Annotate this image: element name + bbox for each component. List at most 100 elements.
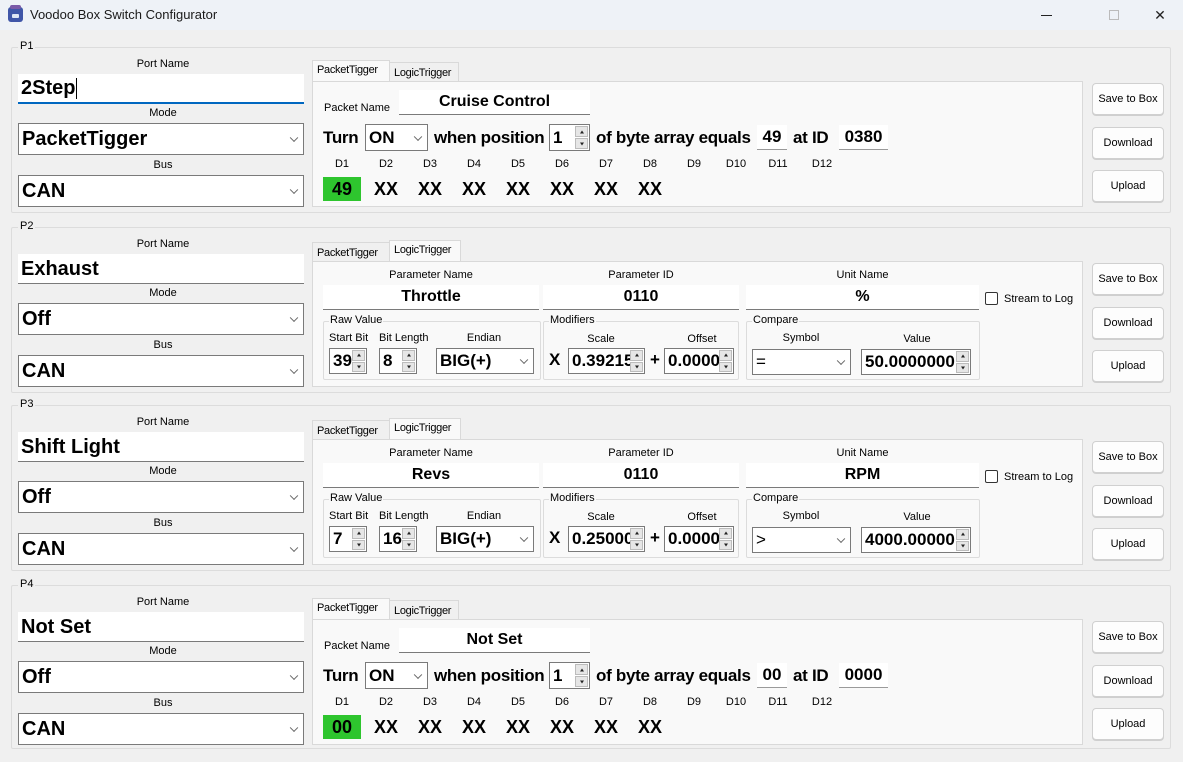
stepper-down-icon[interactable] [630, 361, 643, 372]
unit-name-input[interactable]: % [746, 285, 979, 310]
parameter-id-input[interactable]: 0110 [543, 285, 739, 310]
stepper-up-icon[interactable] [956, 529, 969, 540]
port-group-p3: P3 Port Name Shift Light Mode Off Bus CA… [11, 398, 1171, 571]
parameter-id-input[interactable]: 0110 [543, 463, 739, 488]
scale-stepper[interactable]: 0.25000 [568, 526, 645, 552]
stream-to-log-checkbox[interactable]: Stream to Log [985, 292, 1073, 305]
tab-logic-trigger[interactable]: LogicTrigger [389, 418, 461, 440]
tab-packet-trigger[interactable]: PacketTigger [312, 242, 390, 262]
mode-select[interactable]: Off [18, 303, 304, 335]
symbol-select[interactable]: = [752, 349, 851, 375]
stepper-down-icon[interactable] [402, 361, 415, 372]
tab-packet-trigger[interactable]: PacketTigger [312, 598, 390, 620]
stream-to-log-checkbox[interactable]: Stream to Log [985, 470, 1073, 483]
equals-value-input[interactable]: 00 [757, 663, 787, 688]
id-input[interactable]: 0380 [839, 125, 888, 150]
bit-length-stepper[interactable]: 16 [379, 526, 417, 552]
start-bit-stepper[interactable]: 39 [329, 348, 367, 374]
packet-name-input[interactable]: Not Set [399, 628, 590, 653]
stepper-down-icon[interactable] [719, 539, 732, 550]
stepper-down-icon[interactable] [352, 361, 365, 372]
upload-button[interactable]: Upload [1092, 528, 1164, 560]
stepper-down-icon[interactable] [352, 539, 365, 550]
checkbox-icon[interactable] [985, 292, 998, 305]
tab-logic-trigger[interactable]: LogicTrigger [389, 600, 459, 620]
compare-value-stepper[interactable]: 50.0000000 [861, 349, 971, 375]
endian-select[interactable]: BIG(+) [436, 348, 534, 374]
upload-button[interactable]: Upload [1092, 708, 1164, 740]
id-input[interactable]: 0000 [839, 663, 888, 688]
chevron-down-icon [836, 356, 846, 366]
upload-button[interactable]: Upload [1092, 170, 1164, 202]
stepper-up-icon[interactable] [575, 664, 588, 675]
bus-select[interactable]: CAN [18, 713, 304, 745]
download-button[interactable]: Download [1092, 127, 1164, 159]
download-button[interactable]: Download [1092, 307, 1164, 339]
bus-select[interactable]: CAN [18, 533, 304, 565]
start-bit-stepper[interactable]: 7 [329, 526, 367, 552]
stepper-up-icon[interactable] [719, 350, 732, 361]
maximize-button[interactable] [1091, 0, 1137, 30]
byte-value-d2: XX [373, 178, 398, 199]
unit-name-input[interactable]: RPM [746, 463, 979, 488]
tab-packet-trigger[interactable]: PacketTigger [312, 60, 390, 82]
download-button[interactable]: Download [1092, 665, 1164, 697]
stepper-up-icon[interactable] [402, 528, 415, 539]
tab-logic-trigger[interactable]: LogicTrigger [389, 62, 459, 82]
tab-packet-trigger[interactable]: PacketTigger [312, 420, 390, 440]
save-to-box-button[interactable]: Save to Box [1092, 263, 1164, 295]
scale-stepper[interactable]: 0.39215 [568, 348, 645, 374]
close-button[interactable]: ✕ [1137, 0, 1183, 30]
plus-sign: + [650, 350, 660, 369]
bus-select[interactable]: CAN [18, 355, 304, 387]
stepper-up-icon[interactable] [352, 528, 365, 539]
turn-select[interactable]: ON [365, 124, 428, 151]
port-name-input[interactable]: Exhaust [18, 254, 304, 284]
port-name-input[interactable]: 2Step [18, 74, 304, 104]
stepper-up-icon[interactable] [630, 528, 643, 539]
stepper-down-icon[interactable] [956, 540, 969, 551]
bus-select[interactable]: CAN [18, 175, 304, 207]
parameter-name-input[interactable]: Throttle [323, 285, 539, 310]
upload-button[interactable]: Upload [1092, 350, 1164, 382]
stepper-up-icon[interactable] [352, 350, 365, 361]
mode-select[interactable]: PacketTigger [18, 123, 304, 155]
tab-panel: Packet Name Cruise Control Turn ON when … [312, 81, 1083, 207]
download-button[interactable]: Download [1092, 485, 1164, 517]
stepper-down-icon[interactable] [719, 361, 732, 372]
parameter-name-input[interactable]: Revs [323, 463, 539, 488]
symbol-select[interactable]: > [752, 527, 851, 553]
stepper-down-icon[interactable] [575, 138, 588, 149]
offset-stepper[interactable]: 0.0000 [664, 526, 734, 552]
tab-logic-trigger[interactable]: LogicTrigger [389, 240, 461, 262]
stepper-up-icon[interactable] [575, 126, 588, 137]
bit-length-stepper[interactable]: 8 [379, 348, 417, 374]
mode-select[interactable]: Off [18, 481, 304, 513]
bus-label: Bus [153, 517, 173, 529]
stepper-up-icon[interactable] [630, 350, 643, 361]
mode-select[interactable]: Off [18, 661, 304, 693]
stepper-down-icon[interactable] [575, 676, 588, 687]
compare-value-stepper[interactable]: 4000.00000 [861, 527, 971, 553]
data-header-d12: D12 [811, 158, 833, 170]
stepper-up-icon[interactable] [956, 351, 969, 362]
save-to-box-button[interactable]: Save to Box [1092, 83, 1164, 115]
offset-stepper[interactable]: 0.0000 [664, 348, 734, 374]
stepper-up-icon[interactable] [402, 350, 415, 361]
checkbox-icon[interactable] [985, 470, 998, 483]
stepper-down-icon[interactable] [956, 362, 969, 373]
stepper-down-icon[interactable] [630, 539, 643, 550]
stepper-up-icon[interactable] [719, 528, 732, 539]
minimize-button[interactable] [1023, 0, 1069, 30]
save-to-box-button[interactable]: Save to Box [1092, 621, 1164, 653]
packet-name-input[interactable]: Cruise Control [399, 90, 590, 115]
equals-value-input[interactable]: 49 [757, 125, 787, 150]
turn-select[interactable]: ON [365, 662, 428, 689]
port-name-input[interactable]: Shift Light [18, 432, 304, 462]
port-name-input[interactable]: Not Set [18, 612, 304, 642]
endian-select[interactable]: BIG(+) [436, 526, 534, 552]
position-stepper[interactable]: 1 [549, 662, 590, 689]
save-to-box-button[interactable]: Save to Box [1092, 441, 1164, 473]
position-stepper[interactable]: 1 [549, 124, 590, 151]
stepper-down-icon[interactable] [402, 539, 415, 550]
